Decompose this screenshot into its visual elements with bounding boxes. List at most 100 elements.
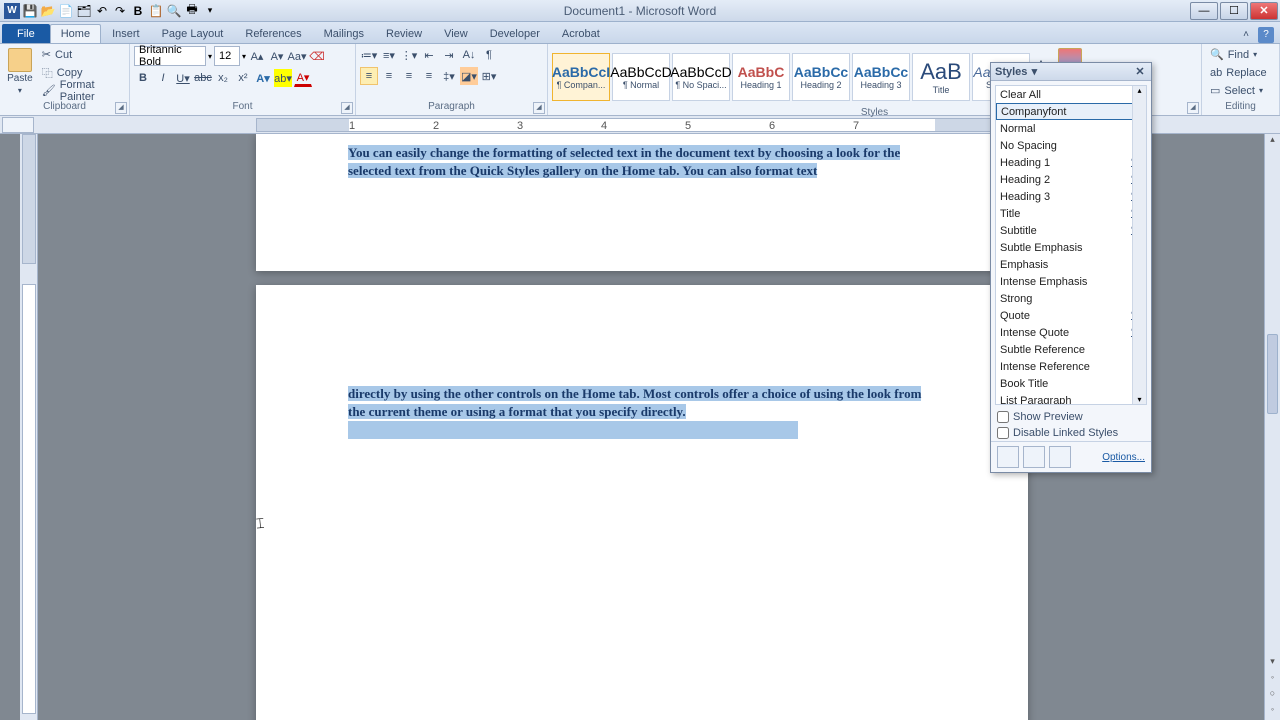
prev-page-icon[interactable]: ◦ xyxy=(1265,672,1280,688)
selected-blank[interactable] xyxy=(348,421,798,439)
bullets-button[interactable]: ≔▾ xyxy=(360,46,378,64)
style-item[interactable]: Normal¶ xyxy=(996,120,1146,137)
qat-saveall-icon[interactable]: 🗂 xyxy=(76,3,92,19)
qat-undo-icon[interactable]: ↶ xyxy=(94,3,110,19)
browse-object-icon[interactable]: ○ xyxy=(1265,688,1280,704)
style-item[interactable]: List Paragraph¶ xyxy=(996,392,1146,405)
tab-home[interactable]: Home xyxy=(50,24,101,43)
manage-styles-icon[interactable] xyxy=(1049,446,1071,468)
styles-launcher[interactable]: ◢ xyxy=(1187,102,1199,114)
style-item[interactable]: Heading 3¶a xyxy=(996,188,1146,205)
outdent-button[interactable]: ⇤ xyxy=(420,46,438,64)
maximize-button[interactable]: ☐ xyxy=(1220,2,1248,20)
show-preview-checkbox[interactable]: Show Preview xyxy=(991,409,1151,425)
style-item[interactable]: Subtle Referencea xyxy=(996,341,1146,358)
style-item[interactable]: Heading 2¶a xyxy=(996,171,1146,188)
new-style-icon[interactable] xyxy=(997,446,1019,468)
style-item[interactable]: Stronga xyxy=(996,290,1146,307)
scroll-up-icon[interactable]: ▴ xyxy=(1265,134,1280,150)
qat-print-icon[interactable]: 🖶 xyxy=(184,3,200,19)
tab-selector[interactable] xyxy=(2,117,34,133)
subscript-button[interactable]: x₂ xyxy=(214,69,232,87)
qat-bold-icon[interactable]: B xyxy=(130,3,146,19)
font-launcher[interactable]: ◢ xyxy=(341,102,353,114)
find-button[interactable]: 🔍Find▾ xyxy=(1206,46,1261,63)
vertical-ruler[interactable] xyxy=(20,134,38,720)
styles-pane-dropdown-icon[interactable]: ▾ xyxy=(1027,65,1041,78)
clear-formatting-button[interactable]: ⌫ xyxy=(308,47,326,65)
tab-review[interactable]: Review xyxy=(375,24,433,43)
font-name-combo[interactable]: Britannic Bold xyxy=(134,46,206,66)
strike-button[interactable]: abc xyxy=(194,69,212,87)
shading-button[interactable]: ◪▾ xyxy=(460,67,478,85)
vertical-scrollbar[interactable]: ▴ ▾ ◦ ○ ◦ xyxy=(1264,134,1280,720)
underline-button[interactable]: U▾ xyxy=(174,69,192,87)
page-1[interactable]: You can easily change the formatting of … xyxy=(256,134,1028,271)
style-item[interactable]: Companyfont¶ xyxy=(996,103,1146,120)
disable-linked-checkbox[interactable]: Disable Linked Styles xyxy=(991,425,1151,441)
scroll-down-icon[interactable]: ▾ xyxy=(1265,656,1280,672)
styles-options-link[interactable]: Options... xyxy=(1102,452,1145,463)
sort-button[interactable]: A↓ xyxy=(460,46,478,64)
tab-mailings[interactable]: Mailings xyxy=(313,24,375,43)
align-right-button[interactable]: ≡ xyxy=(400,67,418,85)
shrink-font-button[interactable]: A▾ xyxy=(268,47,286,65)
qat-style-icon[interactable]: 📋 xyxy=(148,3,164,19)
styles-pane-header[interactable]: Styles ▾ ✕ xyxy=(991,63,1151,81)
style-tile[interactable]: AaBbCcHeading 2 xyxy=(792,53,850,101)
align-center-button[interactable]: ≡ xyxy=(380,67,398,85)
next-page-icon[interactable]: ◦ xyxy=(1265,704,1280,720)
line-spacing-button[interactable]: ‡▾ xyxy=(440,67,458,85)
close-button[interactable]: ✕ xyxy=(1250,2,1278,20)
indent-button[interactable]: ⇥ xyxy=(440,46,458,64)
font-color-button[interactable]: A▾ xyxy=(294,69,312,87)
style-item[interactable]: Quote¶a xyxy=(996,307,1146,324)
ribbon-minimize-icon[interactable]: ˄ xyxy=(1238,27,1254,43)
style-tile[interactable]: AaBbCcHeading 3 xyxy=(852,53,910,101)
clipboard-launcher[interactable]: ◢ xyxy=(115,102,127,114)
scroll-thumb[interactable] xyxy=(1267,334,1278,414)
style-tile[interactable]: AaBbCcD¶ No Spaci... xyxy=(672,53,730,101)
styles-list-scrollbar[interactable]: ▴ ▾ xyxy=(1132,86,1146,404)
style-item[interactable]: Intense Quote¶a xyxy=(996,324,1146,341)
italic-button[interactable]: I xyxy=(154,69,172,87)
style-item[interactable]: Intense Referencea xyxy=(996,358,1146,375)
styles-clear-all[interactable]: Clear All xyxy=(996,86,1146,103)
change-case-button[interactable]: Aa▾ xyxy=(288,47,306,65)
select-button[interactable]: ▭Select▾ xyxy=(1206,82,1267,99)
style-item[interactable]: Emphasisa xyxy=(996,256,1146,273)
paste-button[interactable]: Paste ▾ xyxy=(4,46,36,96)
style-item[interactable]: Intense Emphasisa xyxy=(996,273,1146,290)
qat-save-icon[interactable]: 💾 xyxy=(22,3,38,19)
styles-gallery[interactable]: AaBbCcI¶ Compan...AaBbCcD¶ NormalAaBbCcD… xyxy=(552,53,1030,101)
tab-developer[interactable]: Developer xyxy=(479,24,551,43)
multilevel-button[interactable]: ⋮▾ xyxy=(400,46,418,64)
page-2[interactable]: directly by using the other controls on … xyxy=(256,285,1028,720)
grow-font-button[interactable]: A▴ xyxy=(248,47,266,65)
replace-button[interactable]: abReplace xyxy=(1206,64,1271,81)
styles-pane-close-icon[interactable]: ✕ xyxy=(1133,65,1147,78)
style-tile[interactable]: AaBbCcI¶ Compan... xyxy=(552,53,610,101)
selected-text-1[interactable]: You can easily change the formatting of … xyxy=(348,145,900,178)
qat-redo-icon[interactable]: ↷ xyxy=(112,3,128,19)
text-effects-button[interactable]: A▾ xyxy=(254,69,272,87)
style-item[interactable]: No Spacing¶ xyxy=(996,137,1146,154)
qat-new-icon[interactable]: 📄 xyxy=(58,3,74,19)
style-item[interactable]: Subtitle¶a xyxy=(996,222,1146,239)
minimize-button[interactable]: — xyxy=(1190,2,1218,20)
horizontal-ruler[interactable]: 1234567 xyxy=(256,118,1028,132)
show-marks-button[interactable]: ¶ xyxy=(480,46,498,64)
tab-view[interactable]: View xyxy=(433,24,479,43)
tab-acrobat[interactable]: Acrobat xyxy=(551,24,611,43)
format-painter-button[interactable]: 🖌Format Painter xyxy=(38,82,125,99)
style-tile[interactable]: AaBbCHeading 1 xyxy=(732,53,790,101)
tab-references[interactable]: References xyxy=(234,24,312,43)
bold-button[interactable]: B xyxy=(134,69,152,87)
cut-button[interactable]: ✂Cut xyxy=(38,46,125,63)
font-size-combo[interactable]: 12 xyxy=(214,46,240,66)
paragraph-launcher[interactable]: ◢ xyxy=(533,102,545,114)
style-tile[interactable]: AaBbCcD¶ Normal xyxy=(612,53,670,101)
align-left-button[interactable]: ≡ xyxy=(360,67,378,85)
tab-file[interactable]: File xyxy=(2,24,50,43)
style-inspector-icon[interactable] xyxy=(1023,446,1045,468)
